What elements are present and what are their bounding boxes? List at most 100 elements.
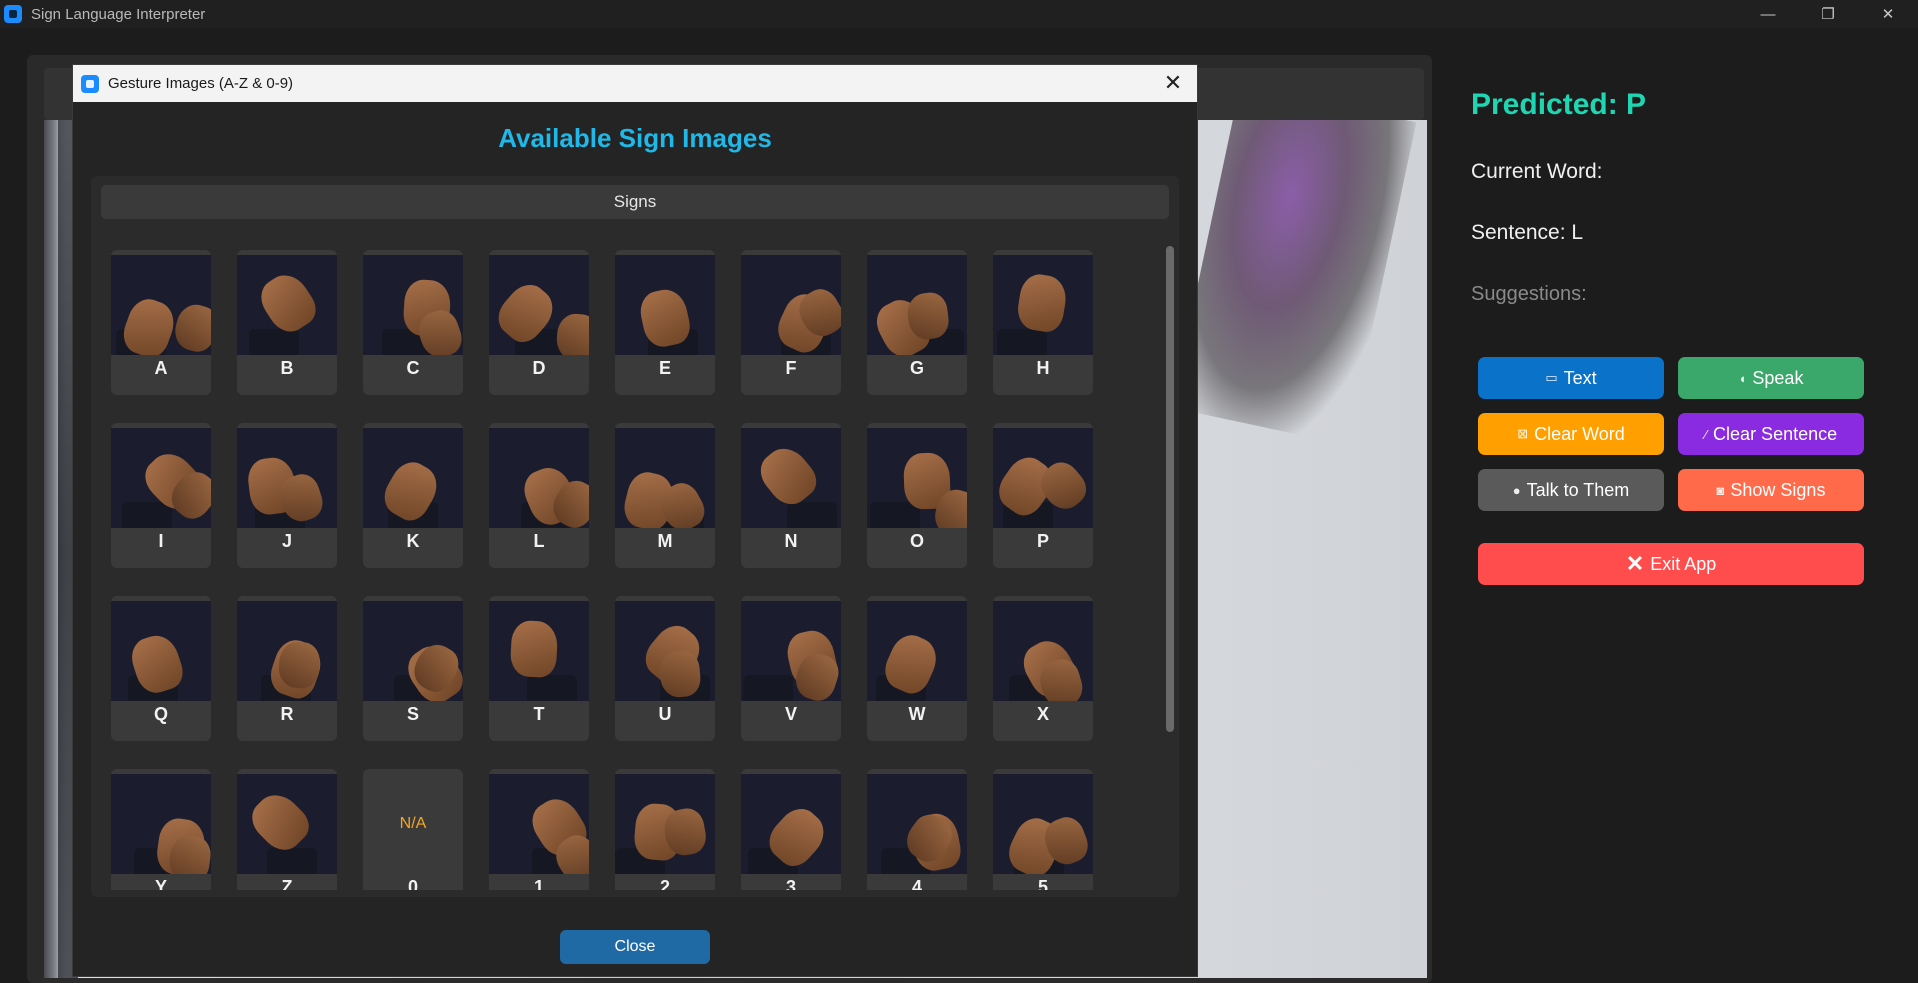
sentence-label: Sentence: L [1471,221,1584,244]
exit-app-button[interactable]: ✕ Exit App [1478,543,1864,585]
sign-card-label: R [280,704,294,724]
sign-card-r[interactable]: R [237,596,337,741]
text-button-label: Text [1563,367,1597,388]
app-icon [4,5,22,23]
sign-image [237,255,337,355]
window-titlebar: Sign Language Interpreter — ❐ ✕ [0,0,1918,28]
show-signs-button[interactable]: ◙ Show Signs [1678,469,1864,511]
missing-image-text: N/A [399,815,427,832]
window-title: Sign Language Interpreter [31,5,206,23]
sign-image [111,601,211,701]
sign-card-y[interactable]: Y [111,769,211,890]
sign-card-m[interactable]: M [615,423,715,568]
sign-card-w[interactable]: W [867,596,967,741]
sign-card-label: K [406,531,420,551]
clear-word-button[interactable]: ⊠ Clear Word [1478,413,1664,455]
sign-card-l[interactable]: L [489,423,589,568]
sign-card-k[interactable]: K [363,423,463,568]
sign-card-label: U [658,704,672,724]
clear-box-icon: ⊠ [1517,426,1529,441]
signs-icon: ◙ [1716,482,1725,498]
scrollbar-thumb[interactable] [1166,246,1174,732]
sign-card-3[interactable]: 3 [741,769,841,890]
close-icon[interactable]: ✕ [1159,69,1187,97]
sign-card-0[interactable]: N/A 0 [363,769,463,890]
sign-card-label: X [1036,704,1049,724]
sign-grid: A B C D E F G H I J K L M N O P Q R S T U V W X Y Z N/A 0 1 2 3 4 5 [111,250,1121,890]
sign-card-label: W [908,704,926,724]
sign-image [111,255,211,355]
sign-card-label: L [533,531,545,551]
sign-card-4[interactable]: 4 [867,769,967,890]
sign-image [867,601,967,701]
sign-card-label: I [158,531,164,551]
sign-card-label: 4 [911,877,922,890]
sign-image [237,428,337,528]
sign-image [993,255,1093,355]
close-button[interactable]: Close [560,930,710,964]
clear-sentence-button[interactable]: ∕ Clear Sentence [1678,413,1864,455]
sign-card-5[interactable]: 5 [993,769,1093,890]
sign-image [111,428,211,528]
suggestions-label: Suggestions: [1471,283,1587,305]
sign-card-s[interactable]: S [363,596,463,741]
sign-card-u[interactable]: U [615,596,715,741]
sign-card-2[interactable]: 2 [615,769,715,890]
sign-image [615,601,715,701]
sign-card-a[interactable]: A [111,250,211,395]
dialog-app-icon [81,74,99,93]
text-button[interactable]: ▭ Text [1478,357,1664,399]
sign-card-j[interactable]: J [237,423,337,568]
sign-card-p[interactable]: P [993,423,1093,568]
sign-card-1[interactable]: 1 [489,769,589,890]
sign-image [741,601,841,701]
sign-card-x[interactable]: X [993,596,1093,741]
sign-image [111,774,211,874]
sign-image [867,255,967,355]
sign-card-label: 1 [533,877,544,890]
sign-card-label: B [280,358,294,378]
speak-button-label: Speak [1752,367,1804,388]
sign-card-label: 2 [659,877,670,890]
predicted-label: Predicted: P [1471,88,1647,121]
sign-card-v[interactable]: V [741,596,841,741]
restore-icon[interactable]: ❐ [1798,0,1858,28]
sign-card-d[interactable]: D [489,250,589,395]
sign-card-i[interactable]: I [111,423,211,568]
close-window-icon[interactable]: ✕ [1858,0,1918,28]
minimize-icon[interactable]: — [1738,0,1798,28]
sign-card-f[interactable]: F [741,250,841,395]
sign-card-label: J [281,531,292,551]
clear-word-button-label: Clear Word [1534,423,1625,444]
sign-image [993,601,1093,701]
sign-card-c[interactable]: C [363,250,463,395]
sign-card-label: Z [281,877,293,890]
sign-card-label: D [532,358,546,378]
sign-card-label: F [785,358,797,378]
sign-card-b[interactable]: B [237,250,337,395]
sign-card-o[interactable]: O [867,423,967,568]
dialog-heading: Available Sign Images [498,123,772,153]
signs-scroll-frame[interactable]: Signs A B C D E F G H I J K L M N O P Q R S T U V W X Y Z N/A 0 1 2 3 4… [91,176,1179,897]
clear-sentence-button-label: Clear Sentence [1713,423,1838,444]
sign-card-z[interactable]: Z [237,769,337,890]
sign-image [615,428,715,528]
sign-card-q[interactable]: Q [111,596,211,741]
sign-card-t[interactable]: T [489,596,589,741]
dialog-title: Gesture Images (A-Z & 0-9) [108,75,294,92]
sign-card-label: E [658,358,671,378]
sign-card-h[interactable]: H [993,250,1093,395]
abc-icon: ▭ [1545,370,1558,385]
talk-to-them-button[interactable]: ● Talk to Them [1478,469,1664,511]
sign-image [615,774,715,874]
sign-card-label: 5 [1037,877,1048,890]
sign-card-g[interactable]: G [867,250,967,395]
x-icon: ✕ [1625,551,1645,576]
sign-card-n[interactable]: N [741,423,841,568]
sign-card-e[interactable]: E [615,250,715,395]
sign-card-label: 3 [785,877,796,890]
speak-button[interactable]: ◖ Speak [1678,357,1864,399]
sign-image [489,428,589,528]
sign-image [741,428,841,528]
sign-image [741,774,841,874]
